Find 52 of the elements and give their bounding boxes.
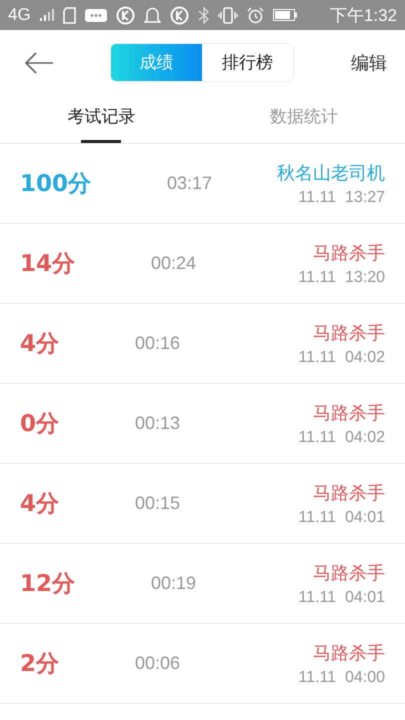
rank-title: 马路杀手 [313,322,385,344]
record-row[interactable]: 100分 03:17 秋名山老司机 11.11 13:27 [0,144,405,224]
record-row[interactable]: 2分 00:06 马路杀手 11.11 04:00 [0,624,405,704]
record-row[interactable]: 14分 00:24 马路杀手 11.11 13:20 [0,224,405,304]
duration: 00:24 [151,253,196,274]
score: 12分 [20,570,76,599]
rank-title: 马路杀手 [313,482,385,504]
date-time: 11.11 04:00 [298,668,385,686]
date-time: 11.11 04:02 [298,348,385,366]
score: 100分 [20,170,92,199]
record-row[interactable]: 4分 00:16 马路杀手 11.11 04:02 [0,304,405,384]
message-icon [84,8,107,22]
date-time: 11.11 04:01 [298,508,385,526]
rank-title: 马路杀手 [313,402,385,424]
duration: 00:06 [135,653,180,674]
rank-title: 马路杀手 [313,562,385,584]
circle-icon [170,6,189,24]
tab[interactable]: 考试记录 [0,95,202,143]
date-time: 11.11 04:01 [298,588,385,606]
vibrate-icon [218,6,238,24]
battery-icon [272,9,297,21]
date-time: 11.11 13:27 [298,188,385,206]
signal-icon [40,9,54,21]
rank-title: 秋名山老司机 [277,162,385,184]
score: 4分 [20,330,60,359]
tab[interactable]: 数据统计 [202,95,405,143]
duration: 00:15 [135,493,180,514]
score: 0分 [20,410,60,439]
duration: 03:17 [167,173,212,194]
date-time: 11.11 13:20 [298,268,385,286]
record-row[interactable]: 4分 00:15 马路杀手 11.11 04:01 [0,464,405,544]
clock: 下午1:32 [330,4,397,26]
score: 2分 [20,650,60,679]
bell-icon [144,6,161,24]
segment-tab[interactable]: 成绩 [111,44,202,81]
duration: 00:16 [135,333,180,354]
network-label: 4G [8,5,31,25]
score: 4分 [20,490,60,519]
duration: 00:13 [135,413,180,434]
alarm-icon [246,6,264,24]
bluetooth-icon [198,6,209,24]
record-row[interactable]: 0分 00:13 马路杀手 11.11 04:02 [0,384,405,464]
record-row[interactable]: 12分 00:19 马路杀手 11.11 04:01 [0,544,405,624]
duration: 00:19 [151,573,196,594]
circle-icon [116,6,135,24]
back-icon[interactable] [24,50,54,74]
rank-title: 马路杀手 [313,642,385,664]
edit-button[interactable]: 编辑 [351,50,387,74]
score: 14分 [20,250,76,279]
rank-title: 马路杀手 [313,242,385,264]
sim-card-icon [62,6,76,24]
date-time: 11.11 04:02 [298,428,385,446]
